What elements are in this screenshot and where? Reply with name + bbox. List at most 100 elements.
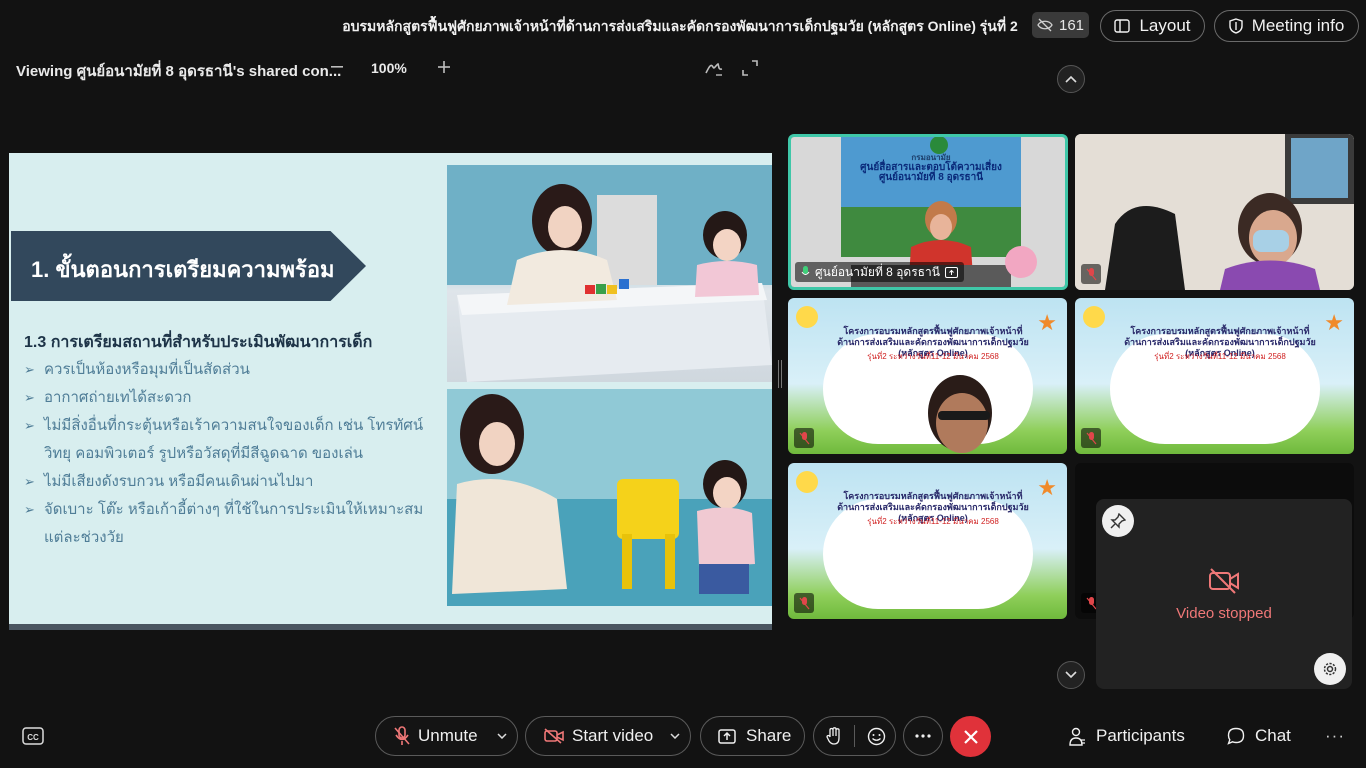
photo-illustration [447,389,772,606]
gear-icon [1323,662,1337,676]
slide-photo-chair-assessment [447,389,772,606]
scroll-down-button[interactable] [1057,661,1085,689]
layout-label: Layout [1139,16,1191,35]
card-date: รุ่นที่2 ระหว่างวันที่11-12 มีนาคม 2568 [1154,352,1286,361]
mic-off-icon [799,431,809,444]
slide-bullet: ควรเป็นห้องหรือมุมที่เป็นสัดส่วน [24,356,424,384]
participant-name: ศูนย์อนามัยที่ 8 อุดรธานี [815,264,940,279]
share-screen-icon [944,266,958,278]
zoom-level: 100% [371,60,407,76]
share-label: Share [746,726,792,745]
start-video-button[interactable]: Start video [525,716,691,756]
photo-illustration [447,165,772,382]
more-options-button[interactable] [903,716,943,756]
chevron-down-icon[interactable] [670,733,680,739]
video-tile-participant[interactable]: ★ โครงการอบรมหลักสูตรฟื้นฟูศักยภาพเจ้าหน… [788,463,1067,619]
mic-off-icon [394,726,410,745]
slide-bullet: จัดเบาะ โต๊ะ หรือเก้าอี้ต่างๆ ที่ใช้ในกา… [24,496,424,552]
svg-text:CC: CC [27,733,39,742]
sun-graphic [796,471,818,493]
participants-icon [1069,727,1085,746]
chat-button[interactable]: Chat [1227,726,1291,746]
sun-graphic [796,306,818,328]
tile-video-illustration [1075,134,1354,290]
mic-off-icon [1086,431,1096,444]
video-tile-participant[interactable] [1075,134,1354,290]
chat-icon [1227,727,1245,745]
mic-off-icon [1086,267,1096,280]
participants-label: Participants [1096,726,1185,745]
slide-bullet-list: ควรเป็นห้องหรือมุมที่เป็นสัดส่วน อากาศถ่… [24,356,424,552]
participants-button[interactable]: Participants [1069,726,1185,746]
meeting-window: อบรมหลักสูตรฟื้นฟูศักยภาพเจ้าหน้าที่ด้าน… [0,0,1366,768]
slide-bullet: ไม่มีสิ่งอื่นที่กระตุ้นหรือเร้าความสนใจข… [24,412,424,468]
mic-icon [801,265,810,275]
unmute-label: Unmute [418,726,478,745]
raise-hand-icon[interactable] [826,726,842,746]
close-icon [963,729,978,744]
share-screen-icon [718,728,736,744]
sun-graphic [1083,306,1105,328]
muted-badge [794,593,814,613]
leave-meeting-button[interactable] [950,716,991,757]
start-video-label: Start video [572,726,654,745]
toolbar-overflow-button[interactable]: ··· [1325,726,1345,746]
muted-badge [1081,264,1101,284]
card-title-line: โครงการอบรมหลักสูตรฟื้นฟูศักยภาพเจ้าหน้า… [843,326,1023,336]
video-off-icon [1209,568,1239,594]
unmute-button[interactable]: Unmute [375,716,518,756]
card-date: รุ่นที่2 ระหว่างวันที่11-12 มีนาคม 2568 [867,517,999,526]
layout-icon [1114,19,1131,33]
slide-heading-banner: 1. ขั้นตอนการเตรียมความพร้อม [11,231,366,301]
video-off-icon [544,728,564,744]
split-resize-handle[interactable] [778,360,782,388]
plus-icon [438,61,450,73]
slide-photo-table-assessment [447,165,772,382]
mic-off-icon [1086,596,1096,609]
closed-captions-icon[interactable]: CC [22,726,44,746]
video-tile-participant[interactable]: ★ โครงการอบรมหลักสูตรฟื้นฟูศักยภาพเจ้าหน… [788,298,1067,454]
minus-icon [331,66,343,68]
zoom-out-button[interactable] [326,56,348,78]
annotate-icon[interactable] [703,57,725,79]
chat-label: Chat [1255,726,1291,745]
scroll-up-button[interactable] [1057,65,1085,93]
muted-badge [794,428,814,448]
card-date: รุ่นที่2 ระหว่างวันที่11-12 มีนาคม 2568 [867,352,999,361]
participant-count-badge[interactable]: 161 [1032,12,1089,38]
self-view-settings-button[interactable] [1314,653,1346,685]
meeting-info-label: Meeting info [1251,16,1345,35]
fullscreen-icon[interactable] [740,58,760,78]
pin-button[interactable] [1102,505,1134,537]
slide-subheading: 1.3 การเตรียมสถานที่สำหรับประเมินพัฒนากา… [24,334,373,351]
share-button[interactable]: Share [700,716,805,756]
video-tile-participant[interactable]: ★ โครงการอบรมหลักสูตรฟื้นฟูศักยภาพเจ้าหน… [1075,298,1354,454]
muted-badge [1081,428,1101,448]
more-horizontal-icon [915,734,931,738]
meeting-info-button[interactable]: Meeting info [1214,10,1359,42]
viewing-share-label: Viewing ศูนย์อนามัยที่ 8 อุดรธานี's shar… [16,63,342,80]
slide-bullet: ไม่มีเสียงดังรบกวน หรือมีคนเดินผ่านไปมา [24,468,424,496]
tile-banner-line: ศูนย์อนามัยที่ 8 อุดรธานี [878,172,984,183]
participant-face-illustration [928,375,992,453]
video-stopped-label: Video stopped [1176,605,1272,622]
toolbar-separator [854,725,855,747]
slide-bullet: อากาศถ่ายเทได้สะดวก [24,384,424,412]
meeting-title: อบรมหลักสูตรฟื้นฟูศักยภาพเจ้าหน้าที่ด้าน… [342,18,1018,34]
card-title-line: โครงการอบรมหลักสูตรฟื้นฟูศักยภาพเจ้าหน้า… [843,491,1023,501]
chevron-down-icon[interactable] [497,733,507,739]
reactions-group [813,716,896,756]
slide-heading: 1. ขั้นตอนการเตรียมความพร้อม [31,257,335,282]
emoji-icon[interactable] [867,727,886,746]
zoom-in-button[interactable] [433,56,455,78]
shield-icon [1228,18,1243,34]
shared-slide: 1. ขั้นตอนการเตรียมความพร้อม 1.3 การเตรี… [9,153,772,630]
layout-button[interactable]: Layout [1100,10,1205,42]
self-view-panel: Video stopped [1096,499,1352,689]
card-title-line: โครงการอบรมหลักสูตรฟื้นฟูศักยภาพเจ้าหน้า… [1130,326,1310,336]
video-tile-active-speaker[interactable]: กรมอนามัย ศูนย์สื่อสารและตอบโต้ความเสี่ย… [788,134,1068,290]
pin-icon [1110,513,1126,529]
participant-name-tag: ศูนย์อนามัยที่ 8 อุดรธานี [795,262,964,282]
participant-count: 161 [1058,16,1085,34]
chevron-up-icon [1065,75,1077,83]
